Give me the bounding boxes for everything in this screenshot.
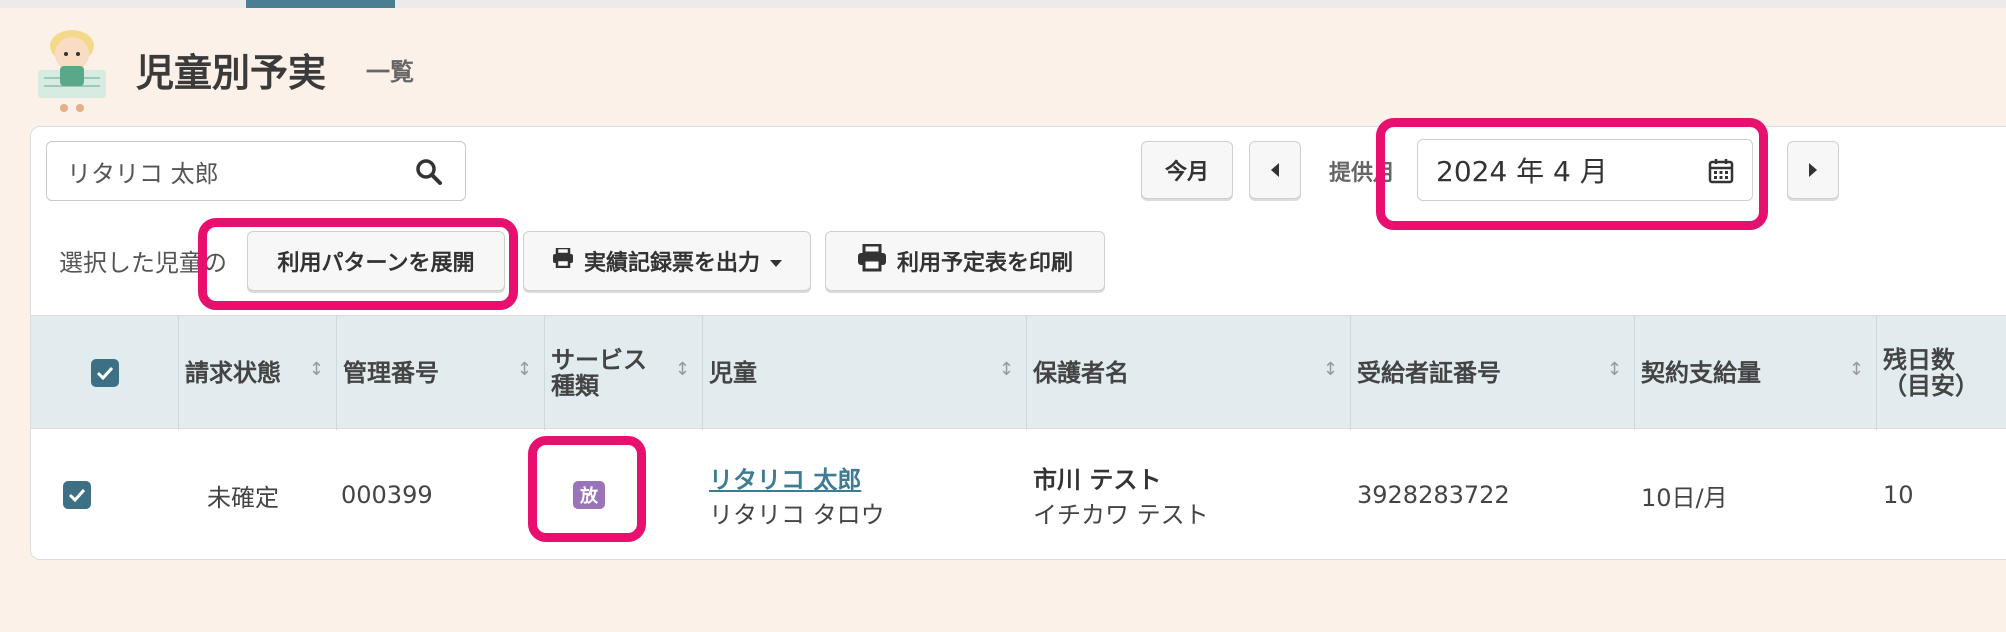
certificate-no-cell: 3928283722: [1357, 481, 1510, 509]
column-label: サービス 種類: [551, 345, 647, 400]
next-month-button[interactable]: [1787, 141, 1839, 199]
column-header-management-no[interactable]: 管理番号 ↕: [337, 316, 545, 430]
highlight-month-picker: [1376, 118, 1768, 230]
printer-icon: [857, 243, 887, 278]
billing-status-cell: 未確定: [207, 483, 279, 512]
top-tab-bar: [0, 0, 2006, 8]
sort-icon[interactable]: ↕: [675, 360, 690, 380]
table-header: 請求状態 ↕ 管理番号 ↕ サービス 種類 ↕ 児童 ↕ 保護者名 ↕ 受給者証…: [31, 315, 2006, 430]
child-info: リタリコ 太郎 リタリコ タロウ: [709, 460, 885, 530]
printer-icon: [552, 246, 574, 274]
column-label-line: 種類: [551, 372, 599, 400]
column-label: 請求状態: [185, 358, 281, 387]
column-header-billing-status[interactable]: 請求状態 ↕: [179, 316, 337, 430]
guardian-name: 市川 テスト: [1033, 466, 1162, 494]
child-search-input[interactable]: リタリコ 太郎: [46, 141, 466, 201]
remaining-days-cell: 10: [1883, 481, 1914, 509]
child-kana: リタリコ タロウ: [709, 501, 885, 529]
sort-icon[interactable]: ↕: [1849, 360, 1864, 380]
this-month-label: 今月: [1164, 160, 1209, 185]
management-no-cell: 000399: [341, 481, 433, 509]
sort-icon[interactable]: ↕: [1607, 360, 1622, 380]
active-tab-indicator: [246, 0, 395, 8]
header-select-all: [31, 316, 179, 430]
search-icon[interactable]: [415, 158, 443, 186]
sort-icon[interactable]: ↕: [517, 360, 532, 380]
column-header-contract-amount[interactable]: 契約支給量 ↕: [1635, 316, 1877, 430]
search-input-value: リタリコ 太郎: [67, 159, 219, 188]
prev-month-button[interactable]: [1249, 141, 1301, 199]
print-schedule-label: 利用予定表を印刷: [896, 251, 1073, 276]
mascot-icon: [32, 24, 112, 114]
this-month-button[interactable]: 今月: [1141, 141, 1233, 199]
contract-amount-cell: 10日/月: [1641, 483, 1728, 512]
column-header-certificate-no[interactable]: 受給者証番号 ↕: [1351, 316, 1635, 430]
row-checkbox[interactable]: [63, 481, 91, 509]
select-all-checkbox[interactable]: [90, 359, 119, 387]
column-header-service-type[interactable]: サービス 種類 ↕: [545, 316, 703, 430]
export-record-label: 実績記録票を出力: [583, 251, 760, 276]
page-title: 児童別予実: [136, 50, 327, 95]
print-schedule-button[interactable]: 利用予定表を印刷: [825, 231, 1105, 291]
sort-icon[interactable]: ↕: [999, 360, 1014, 380]
column-label-line: 残日数: [1883, 345, 1955, 374]
column-label: 保護者名: [1033, 358, 1129, 387]
column-label-line: （目安）: [1883, 372, 1979, 400]
column-label-line: サービス: [551, 345, 647, 374]
sort-icon[interactable]: ↕: [309, 360, 324, 380]
highlight-service-badge: [528, 436, 646, 542]
export-record-dropdown-button[interactable]: 実績記録票を出力: [523, 231, 811, 291]
column-label: 受給者証番号: [1357, 358, 1501, 387]
caret-left-icon: [1270, 158, 1280, 183]
column-header-child[interactable]: 児童 ↕: [703, 316, 1027, 430]
column-label: 児童: [709, 358, 757, 387]
highlight-expand-pattern: [198, 218, 518, 310]
page-subtitle: 一覧: [366, 57, 415, 86]
caret-right-icon: [1808, 158, 1818, 183]
child-name-link[interactable]: リタリコ 太郎: [709, 460, 885, 495]
column-header-remaining-days[interactable]: 残日数 （目安）: [1877, 316, 2006, 430]
row-select-cell: [63, 430, 91, 560]
table-row[interactable]: 未確定 000399 放 リタリコ 太郎 リタリコ タロウ 市川 テスト イチカ…: [31, 430, 2006, 560]
guardian-info: 市川 テスト イチカワ テスト: [1033, 460, 1209, 530]
guardian-cell: 市川 テスト イチカワ テスト: [1033, 430, 1209, 560]
column-label: 残日数 （目安）: [1883, 345, 1979, 400]
guardian-kana: イチカワ テスト: [1033, 501, 1209, 529]
sort-icon[interactable]: ↕: [1323, 360, 1338, 380]
column-label: 管理番号: [343, 358, 439, 387]
child-cell: リタリコ 太郎 リタリコ タロウ: [709, 430, 885, 560]
caret-down-icon: [770, 249, 782, 274]
column-label: 契約支給量: [1641, 358, 1761, 387]
page-header: 児童別予実 一覧: [32, 24, 414, 114]
column-header-guardian[interactable]: 保護者名 ↕: [1027, 316, 1351, 430]
